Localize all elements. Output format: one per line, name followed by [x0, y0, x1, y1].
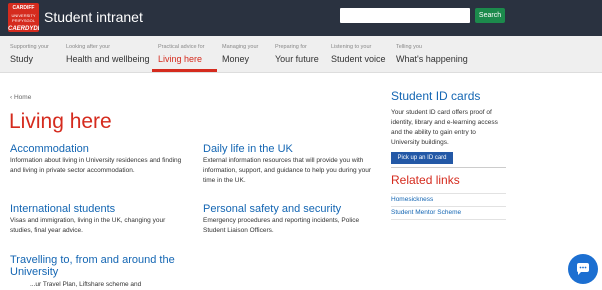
sidebar-id-title: Student ID cards — [391, 89, 481, 103]
active-nav-indicator — [152, 69, 217, 72]
nav-main-label: Student voice — [331, 54, 386, 64]
section-desc-daily-life: External information resources that will… — [203, 157, 372, 184]
university-logo[interactable]: CARDIFF UNIVERSITY PRIFYSGOL CAERDYDD — [8, 3, 39, 32]
nav-sub-label: Telling you — [396, 44, 422, 50]
section-desc-safety: Emergency procedures and reporting incid… — [203, 217, 360, 234]
main-nav: Supporting your Study Looking after your… — [0, 36, 602, 73]
link-divider — [391, 206, 506, 207]
nav-main-label: Your future — [275, 54, 319, 64]
related-link-homesickness[interactable]: Homesickness — [391, 196, 433, 203]
nav-main-label: What's happening — [396, 54, 468, 64]
section-desc-accommodation: Information about living in University r… — [10, 157, 182, 174]
section-link-safety[interactable]: Personal safety and security — [203, 203, 341, 215]
nav-main-label: Health and wellbeing — [66, 54, 150, 64]
pick-up-id-card-button[interactable]: Pick up an ID card — [391, 152, 453, 164]
chat-bubble-icon — [577, 263, 589, 275]
related-link-mentor-scheme[interactable]: Student Mentor Scheme — [391, 209, 461, 216]
related-links-title: Related links — [391, 173, 460, 187]
nav-sub-label: Practical advice for — [158, 44, 205, 50]
nav-sub-label: Supporting your — [10, 44, 49, 50]
app-title[interactable]: Student intranet — [44, 9, 143, 25]
search-input[interactable] — [340, 8, 470, 23]
section-link-travelling[interactable]: Travelling to, from and around the Unive… — [10, 254, 190, 278]
section-desc-travelling: ...ur Travel Plan, Liftshare scheme and — [30, 281, 142, 288]
logo-line-2: UNIVERSITY PRIFYSGOL — [11, 12, 36, 24]
nav-sub-label: Managing your — [222, 44, 259, 50]
nav-main-label: Study — [10, 54, 34, 64]
logo-line-3: CAERDYDD — [8, 25, 39, 32]
chat-button[interactable] — [568, 254, 598, 284]
sidebar-id-desc: Your student ID card offers proof of ide… — [391, 109, 498, 146]
breadcrumb-home-link[interactable]: Home — [14, 94, 31, 101]
search-button[interactable]: Search — [475, 8, 505, 23]
nav-sub-label: Listening to your — [331, 44, 372, 50]
top-bar: CARDIFF UNIVERSITY PRIFYSGOL CAERDYDD St… — [0, 0, 602, 36]
section-link-daily-life[interactable]: Daily life in the UK — [203, 143, 293, 155]
page-title: Living here — [9, 110, 112, 133]
breadcrumb: ‹ Home — [10, 94, 31, 101]
logo-line-1: CARDIFF — [12, 5, 35, 11]
section-link-accommodation[interactable]: Accommodation — [10, 143, 89, 155]
section-link-international[interactable]: International students — [10, 203, 115, 215]
link-divider — [391, 219, 506, 220]
nav-sub-label: Looking after your — [66, 44, 111, 50]
nav-main-label: Money — [222, 54, 250, 64]
nav-main-label: Living here — [158, 54, 203, 64]
link-divider — [391, 193, 506, 194]
sidebar-divider — [391, 167, 506, 168]
nav-sub-label: Preparing for — [275, 44, 307, 50]
section-desc-international: Visas and immigration, living in the UK,… — [10, 217, 166, 234]
